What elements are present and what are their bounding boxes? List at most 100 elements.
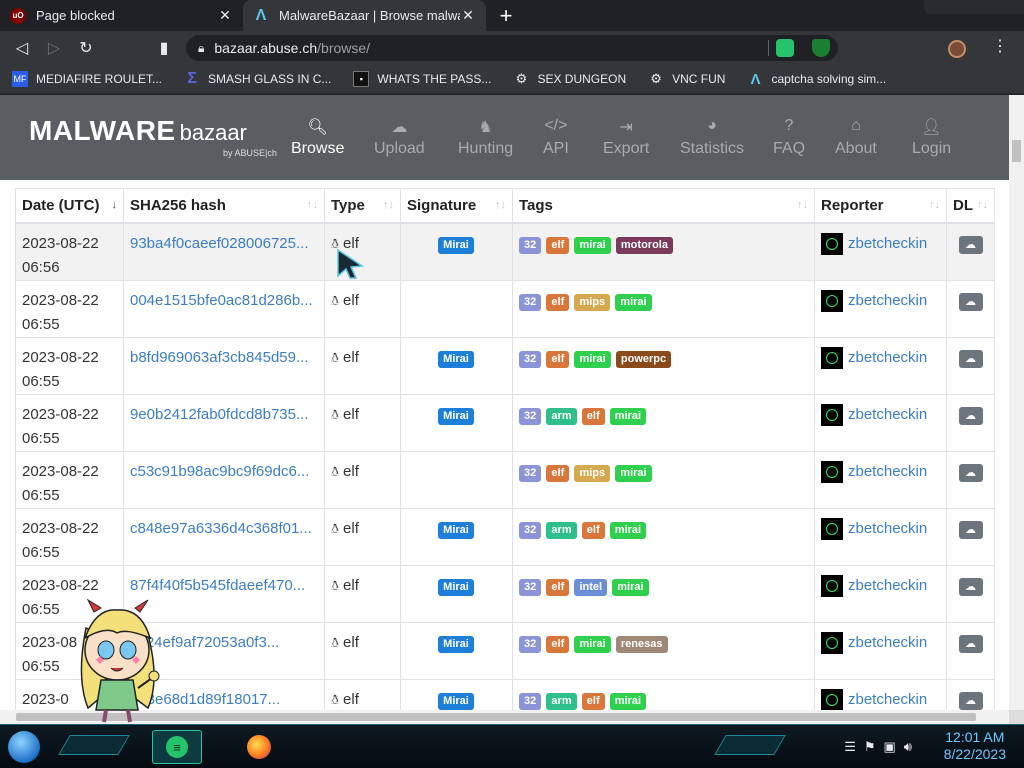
column-header-reporter[interactable]: Reporter ↑↓ [814, 188, 947, 224]
column-header-signature[interactable]: Signature ↑↓ [400, 188, 513, 224]
vertical-scrollbar[interactable] [1009, 95, 1024, 710]
signature-badge[interactable]: Mirai [438, 635, 474, 653]
hash-link[interactable]: c848e97a6336d4c368f01... [130, 517, 318, 541]
reporter-link[interactable]: zbetcheckin [848, 688, 927, 711]
tag-badge[interactable]: renesas [615, 635, 668, 653]
tag-badge[interactable]: mirai [609, 692, 647, 710]
close-icon[interactable]: ✕ [460, 7, 476, 24]
nav-statistics[interactable]: ◕ Statistics [680, 117, 744, 158]
reporter-link[interactable]: zbetcheckin [848, 289, 927, 313]
tag-badge[interactable]: elf [581, 521, 605, 539]
tag-badge[interactable]: 32 [519, 578, 542, 596]
tag-badge[interactable]: mips [574, 464, 611, 482]
tag-badge[interactable]: intel [574, 578, 608, 596]
column-header-date[interactable]: Date (UTC) ↓ [15, 188, 124, 224]
new-tab-button[interactable]: + [492, 2, 520, 30]
tag-badge[interactable]: elf [546, 236, 570, 254]
download-icon[interactable]: ☁ [958, 292, 983, 311]
nav-hunting[interactable]: ♞ Hunting [458, 117, 513, 158]
menu-icon[interactable]: ⋮ [990, 36, 1010, 56]
taskbar-notes-app[interactable]: ≡ [152, 730, 202, 764]
tab-malwarebazaar[interactable]: Λ MalwareBazaar | Browse malware s ✕ [243, 0, 486, 31]
bookmark-sex-dungeon[interactable]: ⚙ SEX DUNGEON [513, 71, 627, 87]
column-header-type[interactable]: Type ↑↓ [324, 188, 401, 224]
bookmark-icon[interactable]: ▮ [148, 32, 180, 64]
nav-login[interactable]: 👤︎ Login [912, 117, 951, 158]
tag-badge[interactable]: mirai [609, 407, 647, 425]
bookmark-whats-the-pass[interactable]: ▪ WHATS THE PASS... [353, 71, 491, 87]
reporter-link[interactable]: zbetcheckin [848, 574, 927, 598]
volume-icon[interactable]: 🔊︎ [904, 739, 912, 755]
reload-icon[interactable]: ↻ [70, 32, 102, 64]
tag-badge[interactable]: 32 [519, 236, 542, 254]
taskbar-firefox-app[interactable] [234, 730, 284, 764]
tag-badge[interactable]: arm [546, 521, 577, 539]
column-header-tags[interactable]: Tags ↑↓ [512, 188, 815, 224]
notes-extension-icon[interactable] [776, 39, 794, 57]
tag-badge[interactable]: mirai [574, 236, 611, 254]
network-icon[interactable]: ▣ [884, 739, 896, 755]
hash-link[interactable]: 87f4f40f5b545fdaeef470... [130, 574, 318, 598]
reporter-link[interactable]: zbetcheckin [848, 631, 927, 655]
shield-extension-icon[interactable] [812, 39, 830, 57]
tag-badge[interactable]: mirai [612, 578, 649, 596]
site-logo[interactable]: MALWARE bazaar by ABUSE|ch [29, 115, 277, 158]
tag-badge[interactable]: elf [546, 578, 570, 596]
close-icon[interactable]: ✕ [217, 7, 233, 24]
tag-badge[interactable]: arm [546, 692, 577, 710]
window-controls[interactable] [924, 0, 1024, 14]
tag-badge[interactable]: elf [546, 635, 570, 653]
tag-badge[interactable]: mips [574, 293, 611, 311]
menu-lines-icon[interactable]: ☰ [844, 739, 856, 755]
profile-avatar[interactable] [948, 40, 966, 58]
bookmark-mediafire[interactable]: MF MEDIAFIRE ROULET... [12, 71, 162, 87]
column-header-dl[interactable]: DL ↑↓ [946, 188, 995, 224]
nav-about[interactable]: ⌂ About [835, 117, 877, 158]
signature-badge[interactable]: Mirai [438, 692, 474, 710]
tag-badge[interactable]: 32 [519, 692, 542, 710]
bookmark-captcha[interactable]: Λcaptcha solving sim... [747, 71, 886, 88]
download-icon[interactable]: ☁ [958, 235, 983, 254]
download-icon[interactable]: ☁ [958, 463, 983, 482]
reporter-link[interactable]: zbetcheckin [848, 517, 927, 541]
tag-badge[interactable]: mirai [615, 464, 652, 482]
tag-badge[interactable]: 32 [519, 350, 542, 368]
download-icon[interactable]: ☁ [958, 406, 983, 425]
download-icon[interactable]: ☁ [958, 349, 983, 368]
signature-badge[interactable]: Mirai [438, 578, 474, 596]
tag-badge[interactable]: 32 [519, 521, 542, 539]
tag-badge[interactable]: elf [581, 692, 605, 710]
hash-link[interactable]: c53c91b98ac9bc9f69dc6... [130, 460, 318, 484]
tag-badge[interactable]: powerpc [615, 350, 672, 368]
taskbar-clock[interactable]: 12:01 AM 8/22/2023 [944, 729, 1006, 763]
back-icon[interactable]: ◁ [6, 32, 38, 64]
tag-badge[interactable]: elf [546, 350, 570, 368]
tag-badge[interactable]: 32 [519, 293, 542, 311]
nav-api[interactable]: </> API [543, 117, 569, 158]
bookmark-smash-glass[interactable]: Σ SMASH GLASS IN C... [184, 70, 331, 87]
tag-badge[interactable]: elf [546, 464, 570, 482]
tag-badge[interactable]: mirai [574, 635, 611, 653]
tag-badge[interactable]: 32 [519, 407, 542, 425]
signature-badge[interactable]: Mirai [438, 236, 474, 254]
tag-badge[interactable]: arm [546, 407, 577, 425]
start-orb-icon[interactable] [8, 731, 40, 763]
hash-link[interactable]: 93ba4f0caeef028006725... [130, 232, 318, 256]
signature-badge[interactable]: Mirai [438, 521, 474, 539]
reporter-link[interactable]: zbetcheckin [848, 346, 927, 370]
tag-badge[interactable]: mirai [609, 521, 647, 539]
tab-page-blocked[interactable]: uO Page blocked ✕ [0, 0, 243, 31]
tag-badge[interactable]: 32 [519, 635, 542, 653]
hash-link[interactable]: b8fd969063af3cb845d59... [130, 346, 318, 370]
nav-export[interactable]: ⇥ Export [603, 117, 649, 158]
tag-badge[interactable]: mirai [574, 350, 611, 368]
tag-badge[interactable]: elf [546, 293, 570, 311]
signature-badge[interactable]: Mirai [438, 407, 474, 425]
download-icon[interactable]: ☁ [958, 634, 983, 653]
download-icon[interactable]: ☁ [958, 691, 983, 710]
bookmark-vnc-fun[interactable]: ⚙ VNC FUN [648, 71, 725, 87]
tag-badge[interactable]: 32 [519, 464, 542, 482]
download-icon[interactable]: ☁ [958, 577, 983, 596]
hash-link[interactable]: 9e0b2412fab0fdcd8b735... [130, 403, 318, 427]
tag-badge[interactable]: motorola [615, 236, 673, 254]
